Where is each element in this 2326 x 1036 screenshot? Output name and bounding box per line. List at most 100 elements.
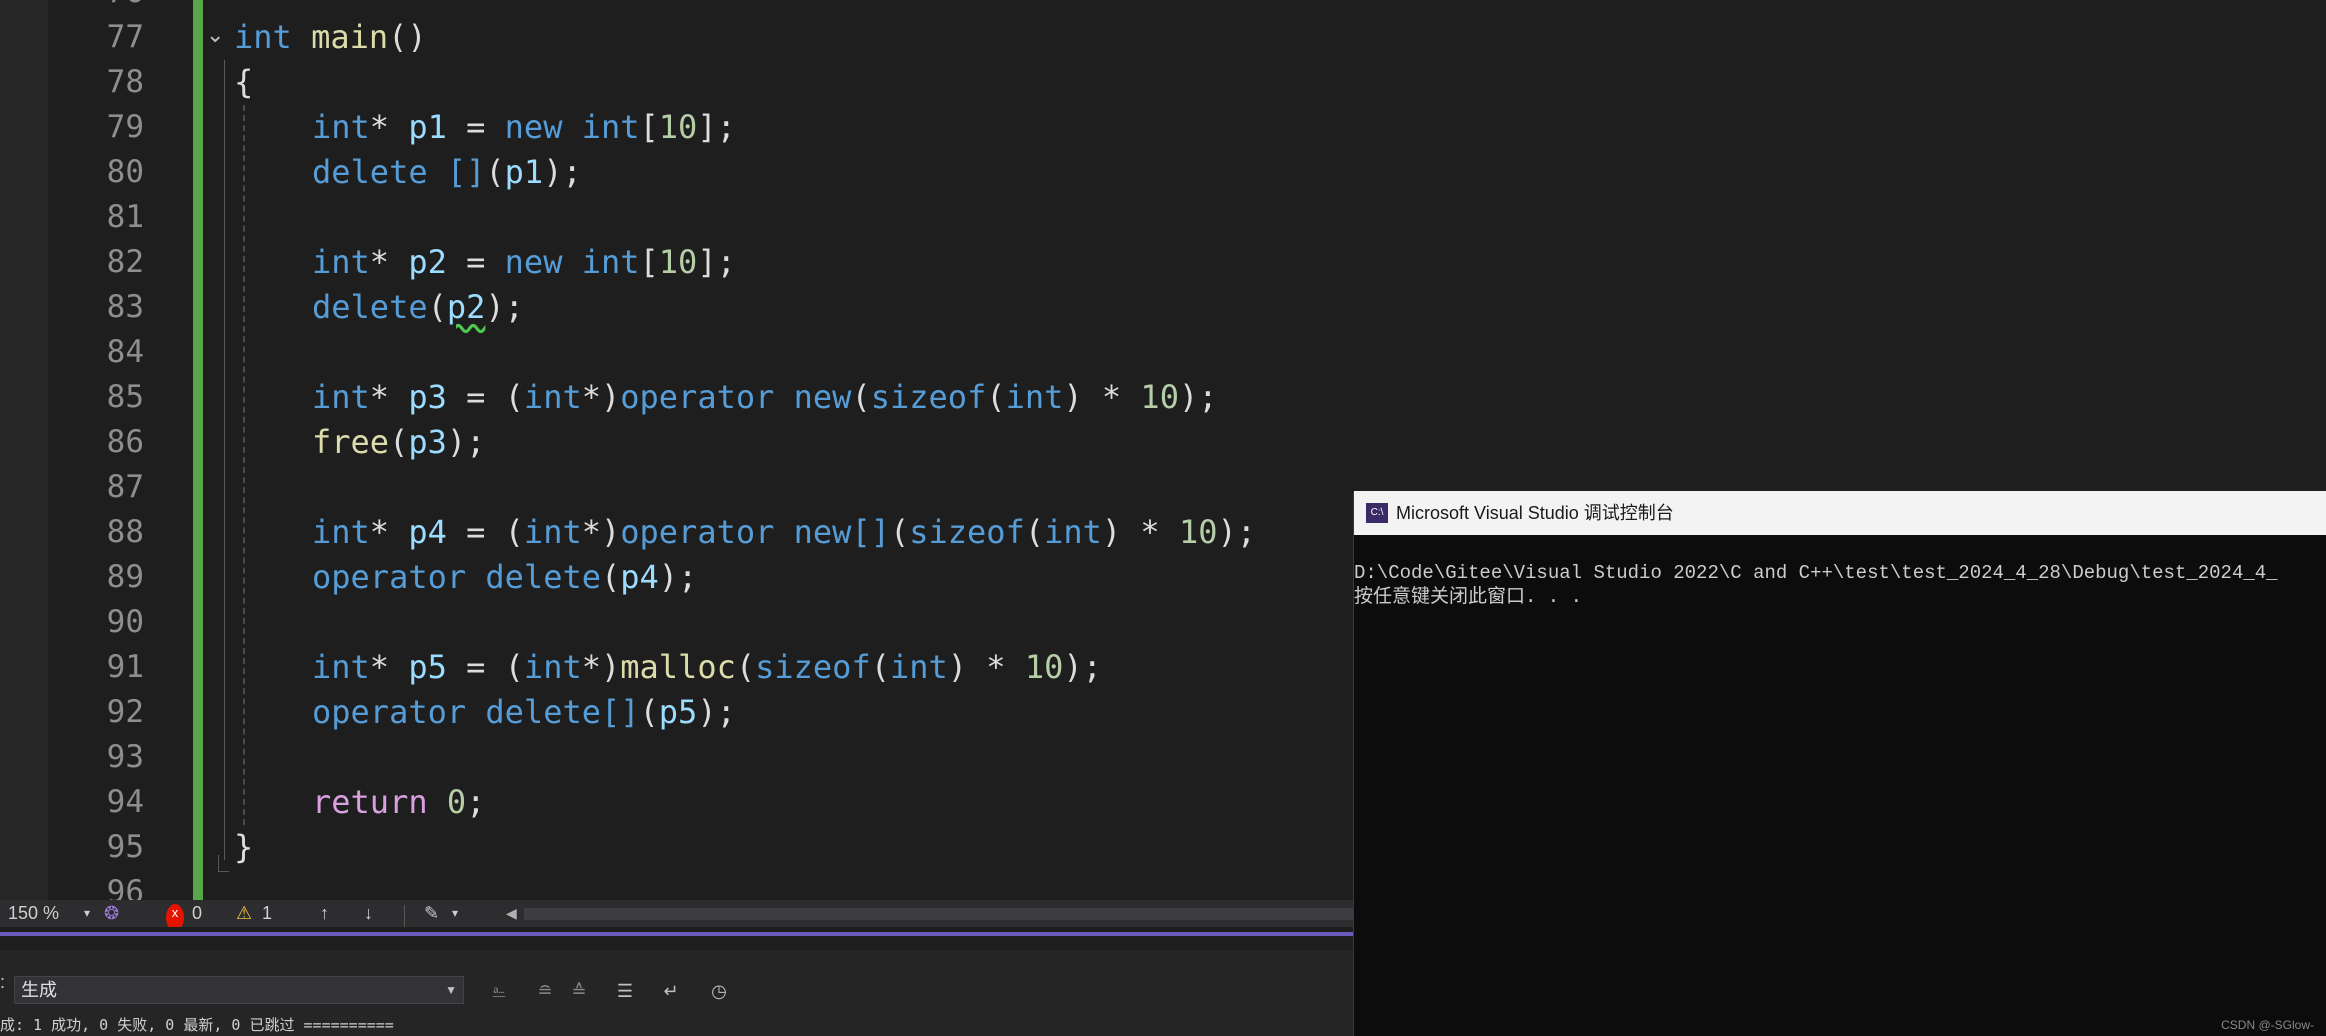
code-token: *) — [581, 513, 621, 551]
code-token: ( — [485, 153, 505, 191]
output-source-select[interactable]: 生成 ▼ — [14, 976, 464, 1004]
chevron-down-icon: ▼ — [445, 983, 457, 997]
code-token: p3 — [408, 423, 447, 461]
code-token: main — [311, 18, 389, 56]
code-editor[interactable]: 76 77 78 79 80 81 82 83 84 85 86 87 88 89 90 91 92 93 94 95… — [0, 0, 1353, 900]
intellicode-icon[interactable]: ❂ — [104, 900, 119, 927]
code-line-83[interactable]: delete(p2); — [312, 285, 524, 330]
console-app-icon: C:\ — [1366, 503, 1388, 523]
warning-count[interactable]: 1 — [262, 900, 272, 927]
code-token: 10 — [1140, 378, 1179, 416]
code-token: = ( — [446, 378, 524, 416]
find-message-icon[interactable]: ⎁ — [486, 978, 512, 1004]
line-number: 92 — [106, 694, 144, 730]
arrow-down-icon[interactable]: ↓ — [364, 900, 373, 927]
code-token: p1 — [408, 108, 447, 146]
code-token: p4 — [408, 513, 447, 551]
output-text: 成: 1 成功, 0 失败, 0 最新, 0 已跳过 ========== — [0, 1016, 394, 1034]
change-tracking-bar — [193, 0, 203, 900]
code-token: ); — [697, 693, 736, 731]
line-number: 84 — [106, 334, 144, 370]
next-message-icon[interactable]: ≙ — [566, 978, 592, 1004]
code-token: { — [234, 63, 254, 101]
code-token: int — [312, 648, 370, 686]
code-token: ); — [1217, 513, 1257, 551]
code-line-86[interactable]: free(p3); — [312, 420, 485, 465]
debug-console-window[interactable]: C:\ Microsoft Visual Studio 调试控制台 D:\Cod… — [1353, 491, 2326, 1036]
scroll-left-icon[interactable]: ◀ — [506, 900, 517, 927]
line-number: 94 — [106, 784, 144, 820]
code-token: ); — [1178, 378, 1218, 416]
code-line-92[interactable]: operator delete[](p5); — [312, 690, 736, 735]
code-line-95[interactable]: } — [234, 825, 253, 870]
line-number: 89 — [106, 559, 144, 595]
code-token: 10 — [1024, 648, 1064, 686]
code-token: ) * — [1101, 513, 1179, 551]
code-token: ( — [735, 648, 756, 686]
warning-squiggle[interactable]: p2 — [447, 288, 486, 326]
code-line-89[interactable]: operator delete(p4); — [312, 555, 697, 600]
code-line-91[interactable]: int* p5 = (int*)malloc(sizeof(int) * 10)… — [312, 645, 1102, 690]
code-token: 10 — [658, 243, 698, 281]
line-number: 78 — [106, 64, 144, 100]
code-token: ); — [485, 288, 524, 326]
code-token: ); — [543, 153, 582, 191]
console-titlebar[interactable]: C:\ Microsoft Visual Studio 调试控制台 — [1354, 491, 2326, 535]
code-token: *) — [581, 378, 621, 416]
fold-guide — [224, 60, 226, 860]
code-line-77[interactable]: int main() — [234, 15, 427, 60]
code-token: int — [581, 108, 640, 146]
code-token: ( — [639, 693, 659, 731]
line-number: 83 — [106, 289, 144, 325]
code-token: delete — [312, 153, 428, 191]
code-line-78[interactable]: { — [234, 60, 253, 105]
code-token: 0 — [446, 783, 467, 821]
chevron-down-icon[interactable]: ▾ — [452, 900, 458, 927]
code-token: p4 — [620, 558, 659, 596]
panel-divider — [0, 950, 1353, 958]
code-token: ]; — [697, 243, 736, 281]
code-line-79[interactable]: int* p1 = new int[10]; — [312, 105, 736, 150]
code-token: ) * — [1063, 378, 1141, 416]
code-line-82[interactable]: int* p2 = new int[10]; — [312, 240, 736, 285]
clock-icon[interactable]: ◷ — [706, 978, 732, 1004]
code-token: p5 — [658, 693, 698, 731]
prev-message-icon[interactable]: ≘ — [532, 978, 558, 1004]
error-count[interactable]: 0 — [192, 900, 202, 927]
brush-icon[interactable]: ✎ — [424, 900, 439, 927]
code-token: free — [312, 423, 390, 461]
code-token: [ — [639, 108, 659, 146]
code-token: operator new[] — [620, 513, 890, 551]
arrow-up-icon[interactable]: ↑ — [320, 900, 329, 927]
code-token: = — [446, 243, 505, 281]
code-token: malloc — [620, 648, 736, 686]
horizontal-scrollbar[interactable] — [524, 908, 1353, 920]
code-token: ); — [658, 558, 698, 596]
code-token: * — [369, 513, 409, 551]
code-token: * — [369, 108, 409, 146]
chevron-down-icon[interactable]: ⌄ — [206, 24, 230, 48]
code-token: p1 — [504, 153, 544, 191]
clear-all-icon[interactable]: ☰ — [612, 978, 638, 1004]
code-line-88[interactable]: int* p4 = (int*)operator new[](sizeof(in… — [312, 510, 1256, 555]
word-wrap-icon[interactable]: ↵ — [658, 978, 684, 1004]
console-title: Microsoft Visual Studio 调试控制台 — [1396, 503, 1674, 523]
code-line-85[interactable]: int* p3 = (int*)operator new(sizeof(int)… — [312, 375, 1217, 420]
code-line-80[interactable]: delete [](p1); — [312, 150, 582, 195]
panel-splitter[interactable] — [0, 927, 1353, 936]
code-token: int — [1005, 378, 1064, 416]
console-output: D:\Code\Gitee\Visual Studio 2022\C and C… — [1354, 561, 2326, 609]
line-number: 86 — [106, 424, 144, 460]
output-source-label: : — [0, 972, 6, 992]
warning-icon[interactable]: ⚠ — [236, 900, 252, 927]
code-line-94[interactable]: return 0; — [312, 780, 485, 825]
code-token: ( — [870, 648, 890, 686]
code-token: ) * — [947, 648, 1025, 686]
code-token: () — [388, 18, 427, 56]
code-token: ]; — [697, 108, 736, 146]
chevron-down-icon[interactable]: ▾ — [84, 900, 90, 927]
code-token: p2 — [408, 243, 447, 281]
